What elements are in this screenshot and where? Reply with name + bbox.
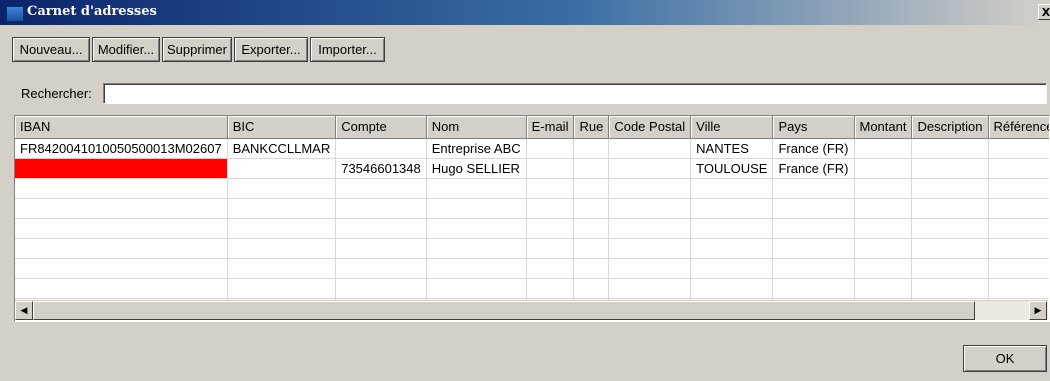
column-header-reference[interactable]: Référence xyxy=(988,116,1049,139)
ok-button[interactable]: OK xyxy=(963,345,1047,372)
table-row-empty xyxy=(15,278,1049,299)
column-header-street[interactable]: Rue xyxy=(573,116,610,139)
table-cell[interactable] xyxy=(573,158,610,179)
import-button[interactable]: Importer... xyxy=(310,37,385,62)
edit-button[interactable]: Modifier... xyxy=(92,37,160,62)
table-cell[interactable]: FR8420041010050500013M02607 xyxy=(15,138,228,159)
column-header-city[interactable]: Ville xyxy=(690,116,774,139)
column-header-email[interactable]: E-mail xyxy=(526,116,575,139)
table-cell[interactable]: BANKCCLLMAR xyxy=(227,138,337,159)
table-cell[interactable] xyxy=(573,138,610,159)
column-header-description[interactable]: Description xyxy=(911,116,989,139)
table-cell[interactable]: 73546601348 xyxy=(335,158,427,179)
delete-button[interactable]: Supprimer xyxy=(162,37,232,62)
table-row-empty xyxy=(15,238,1049,259)
window-title: Carnet d'adresses xyxy=(27,4,157,19)
column-header-account[interactable]: Compte xyxy=(335,116,427,139)
table-cell-highlighted[interactable] xyxy=(15,158,228,179)
table-cell[interactable] xyxy=(526,158,575,179)
table-cell[interactable] xyxy=(526,138,575,159)
app-icon xyxy=(6,6,24,22)
table-row[interactable]: FR8420041010050500013M02607 BANKCCLLMAR … xyxy=(15,138,1049,159)
scrollbar-thumb[interactable] xyxy=(33,301,975,320)
table-cell[interactable] xyxy=(854,158,913,179)
table-row-empty xyxy=(15,178,1049,199)
table-cell[interactable] xyxy=(608,138,692,159)
title-bar: Carnet d'adresses xyxy=(0,0,1050,25)
horizontal-scrollbar[interactable]: ◀ ▶ xyxy=(15,300,1048,320)
table-cell[interactable] xyxy=(988,158,1049,179)
table-cell[interactable] xyxy=(854,138,913,159)
new-button[interactable]: Nouveau... xyxy=(12,37,90,62)
table-cell[interactable] xyxy=(227,158,337,179)
table-cell[interactable] xyxy=(608,158,692,179)
table-cell[interactable] xyxy=(335,138,427,159)
column-header-bic[interactable]: BIC xyxy=(227,116,337,139)
table-cell[interactable] xyxy=(988,138,1049,159)
table-cell[interactable]: France (FR) xyxy=(772,138,855,159)
table-row-empty xyxy=(15,218,1049,239)
address-table: IBAN BIC Compte Nom E-mail Rue Code Post… xyxy=(14,115,1050,322)
table-header-row: IBAN BIC Compte Nom E-mail Rue Code Post… xyxy=(15,116,1049,139)
search-input[interactable] xyxy=(103,83,1047,104)
column-header-amount[interactable]: Montant xyxy=(854,116,913,139)
table-cell[interactable] xyxy=(911,138,989,159)
table-cell[interactable] xyxy=(911,158,989,179)
search-label: Rechercher: xyxy=(21,86,92,101)
export-button[interactable]: Exporter... xyxy=(234,37,308,62)
column-header-iban[interactable]: IBAN xyxy=(15,116,228,139)
table-cell[interactable]: France (FR) xyxy=(772,158,855,179)
table-row[interactable]: 73546601348 Hugo SELLIER TOULOUSE France… xyxy=(15,158,1049,179)
toolbar: Nouveau... Modifier... Supprimer Exporte… xyxy=(12,37,387,62)
table-cell[interactable]: Entreprise ABC xyxy=(426,138,527,159)
scroll-left-icon[interactable]: ◀ xyxy=(15,301,33,320)
table-row-empty xyxy=(15,258,1049,279)
table-cell[interactable]: Hugo SELLIER xyxy=(426,158,527,179)
table-cell[interactable]: TOULOUSE xyxy=(690,158,774,179)
column-header-postal-code[interactable]: Code Postal xyxy=(608,116,692,139)
close-button[interactable]: X xyxy=(1038,4,1050,20)
column-header-country[interactable]: Pays xyxy=(772,116,855,139)
column-header-name[interactable]: Nom xyxy=(426,116,527,139)
scroll-right-icon[interactable]: ▶ xyxy=(1029,301,1047,320)
table-row-empty xyxy=(15,198,1049,219)
table-cell[interactable]: NANTES xyxy=(690,138,774,159)
